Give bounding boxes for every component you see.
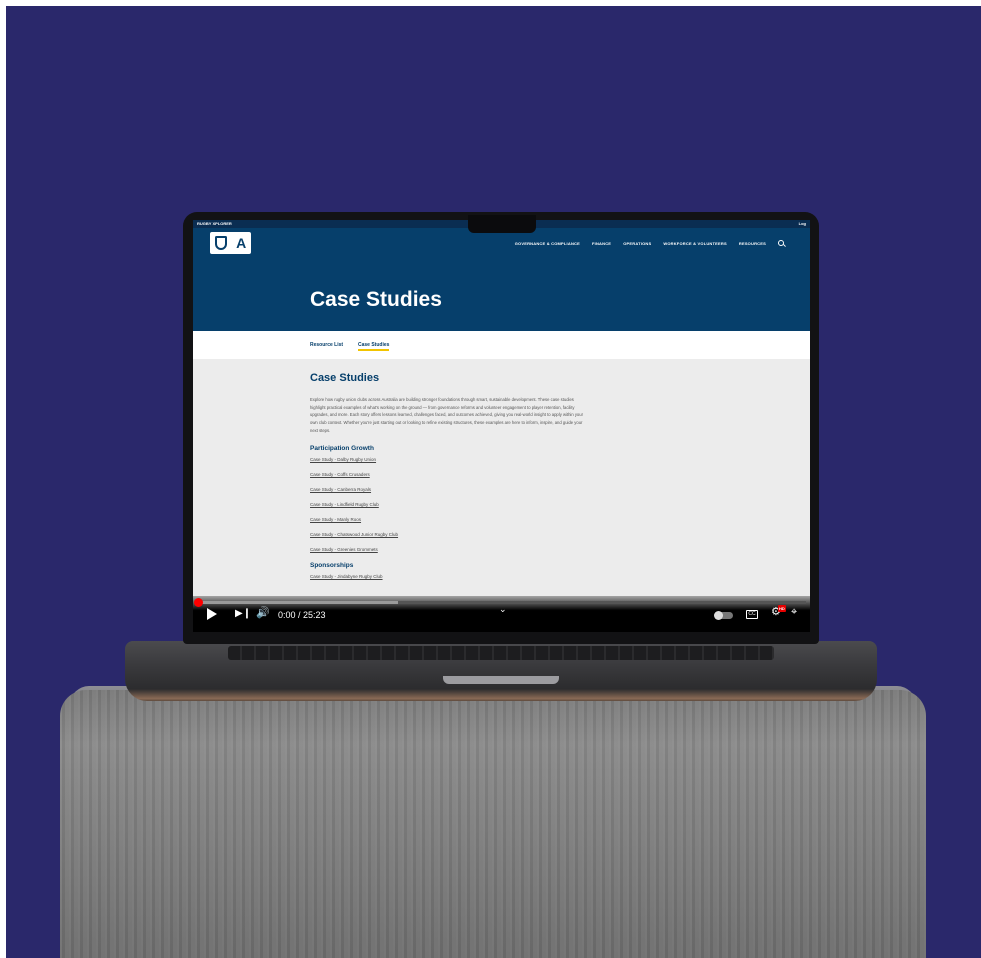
scrubber-handle[interactable]	[194, 598, 203, 607]
play-icon[interactable]	[207, 608, 217, 620]
exit-fullscreen-icon[interactable]: ⌖	[791, 607, 797, 618]
progress-buffer	[197, 601, 398, 604]
australia-a-logo-icon: A	[236, 235, 247, 251]
laptop-hinge	[443, 676, 559, 684]
volume-icon[interactable]: 🔊	[256, 608, 270, 619]
camera-notch	[468, 215, 536, 233]
subtitles-icon[interactable]: CC	[746, 610, 758, 619]
case-study-link[interactable]: Case Study - Jindabyne Rugby Club	[310, 574, 590, 579]
case-study-link[interactable]: Case Study - Greenies Grommets	[310, 547, 590, 552]
tab-case-studies[interactable]: Case Studies	[358, 342, 390, 351]
statusbar-title: RUGBY XPLORER	[197, 221, 232, 226]
video-controls: ▶❙ 🔊 0:00 / 25:23 ⌄ CC ⚙ HD ⌖	[193, 596, 810, 632]
nav-governance[interactable]: GOVERNANCE & COMPLIANCE	[515, 241, 580, 246]
search-icon[interactable]	[778, 240, 784, 246]
nav-resources[interactable]: RESOURCES	[739, 241, 766, 246]
section-title-sponsorships: Sponsorships	[310, 561, 354, 569]
main-nav: GOVERNANCE & COMPLIANCE FINANCE OPERATIO…	[515, 240, 784, 246]
sub-nav: Resource List Case Studies	[193, 331, 810, 359]
nav-operations[interactable]: OPERATIONS	[623, 241, 651, 246]
rugby-ball-logo-icon	[214, 236, 227, 250]
main-content: Case Studies Explore how rugby union clu…	[310, 372, 590, 589]
nav-finance[interactable]: FINANCE	[592, 241, 611, 246]
case-study-link[interactable]: Case Study - Dalby Rugby Union	[310, 457, 590, 462]
hero-title: Case Studies	[310, 288, 442, 311]
case-study-link[interactable]: Case Study - Lindfield Rugby Club	[310, 502, 590, 507]
site-header: A GOVERNANCE & COMPLIANCE FINANCE OPERAT…	[193, 228, 810, 331]
time-display: 0:00 / 25:23	[278, 610, 326, 620]
autoplay-toggle[interactable]	[714, 611, 733, 620]
case-study-link[interactable]: Case Study - Chatswood Junior Rugby Club	[310, 532, 590, 537]
laptop-screen: RUGBY XPLORER Log A GOVERNANCE & COMPLIA…	[193, 220, 810, 632]
laptop-keyboard	[228, 646, 774, 660]
case-study-link[interactable]: Case Study - Coffs Crusaders	[310, 472, 590, 477]
section-title-participation: Participation Growth	[310, 444, 374, 452]
wooden-plinth	[60, 690, 926, 958]
chevron-down-icon[interactable]: ⌄	[499, 604, 507, 615]
next-icon[interactable]: ▶❙	[235, 609, 251, 619]
hd-badge: HD	[778, 605, 786, 612]
statusbar-login[interactable]: Log	[799, 221, 806, 227]
case-study-link[interactable]: Case Study - Canberra Royals	[310, 487, 590, 492]
site-logo[interactable]: A	[210, 232, 251, 254]
case-study-link[interactable]: Case Study - Manly Roos	[310, 517, 590, 522]
nav-workforce[interactable]: WORKFORCE & VOLUNTEERS	[663, 241, 727, 246]
intro-paragraph: Explore how rugby union clubs across Aus…	[310, 397, 583, 433]
tab-resource-list[interactable]: Resource List	[310, 342, 343, 348]
page-heading: Case Studies	[310, 372, 380, 384]
